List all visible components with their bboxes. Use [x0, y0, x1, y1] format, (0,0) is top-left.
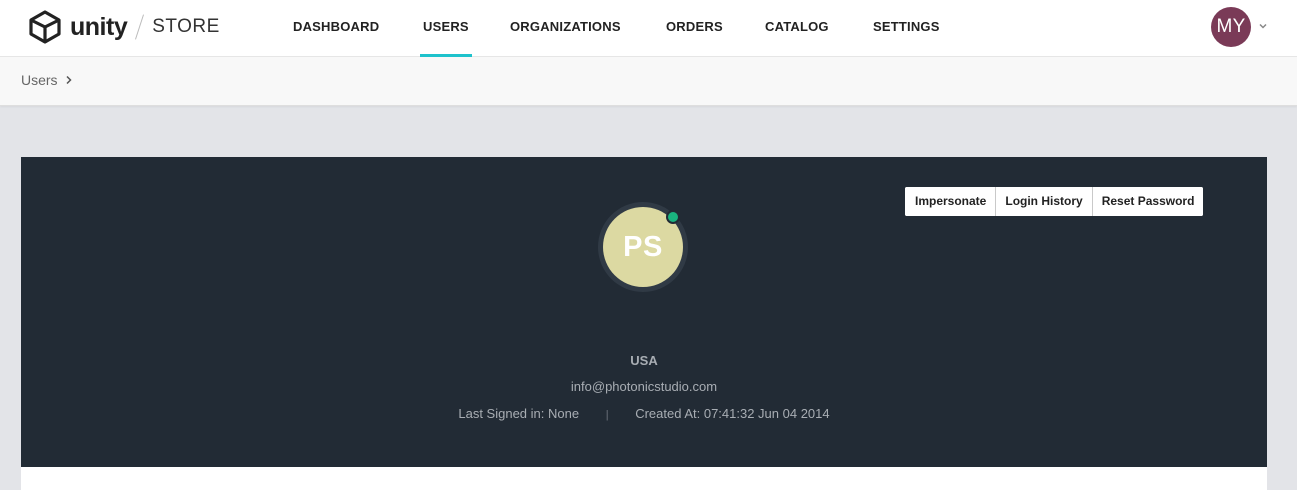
nav-organizations[interactable]: ORGANIZATIONS: [510, 0, 621, 57]
nav-orders[interactable]: ORDERS: [666, 0, 723, 57]
nav-users[interactable]: USERS: [420, 0, 472, 57]
user-profile-card: Impersonate Login History Reset Password…: [21, 157, 1267, 467]
created-at: Created At: 07:41:32 Jun 04 2014: [635, 406, 830, 421]
meta-separator: |: [605, 409, 609, 421]
profile-actions: Impersonate Login History Reset Password: [905, 187, 1204, 216]
impersonate-button[interactable]: Impersonate: [905, 187, 997, 216]
profile-details-panel: [21, 467, 1267, 490]
breadcrumb: Users: [21, 72, 73, 88]
nav-settings[interactable]: SETTINGS: [873, 0, 940, 57]
user-meta: Last Signed in: None | Created At: 07:41…: [21, 406, 1267, 421]
breadcrumb-users[interactable]: Users: [21, 72, 58, 88]
top-navigation-bar: unity STORE DASHBOARD USERS ORGANIZATION…: [0, 0, 1297, 57]
user-country: USA: [630, 353, 658, 368]
unity-store-logo[interactable]: unity STORE: [26, 8, 220, 46]
chevron-down-icon[interactable]: [1257, 20, 1269, 32]
logo-divider: [135, 14, 145, 40]
login-history-button[interactable]: Login History: [996, 187, 1093, 216]
nav-dashboard[interactable]: DASHBOARD: [293, 0, 379, 57]
last-signed-in: Last Signed in: None: [458, 406, 580, 421]
account-avatar[interactable]: MY: [1211, 7, 1251, 47]
chevron-right-icon: [66, 75, 72, 85]
breadcrumb-bar: Users: [0, 57, 1297, 106]
reset-password-button[interactable]: Reset Password: [1092, 187, 1204, 216]
user-email: info@photonicstudio.com: [570, 379, 718, 394]
online-status-indicator: [666, 210, 680, 224]
unity-logo-icon: [29, 10, 61, 44]
logo-wordmark: unity: [70, 12, 128, 41]
logo-store-label: STORE: [152, 16, 220, 37]
nav-catalog[interactable]: CATALOG: [765, 0, 829, 57]
